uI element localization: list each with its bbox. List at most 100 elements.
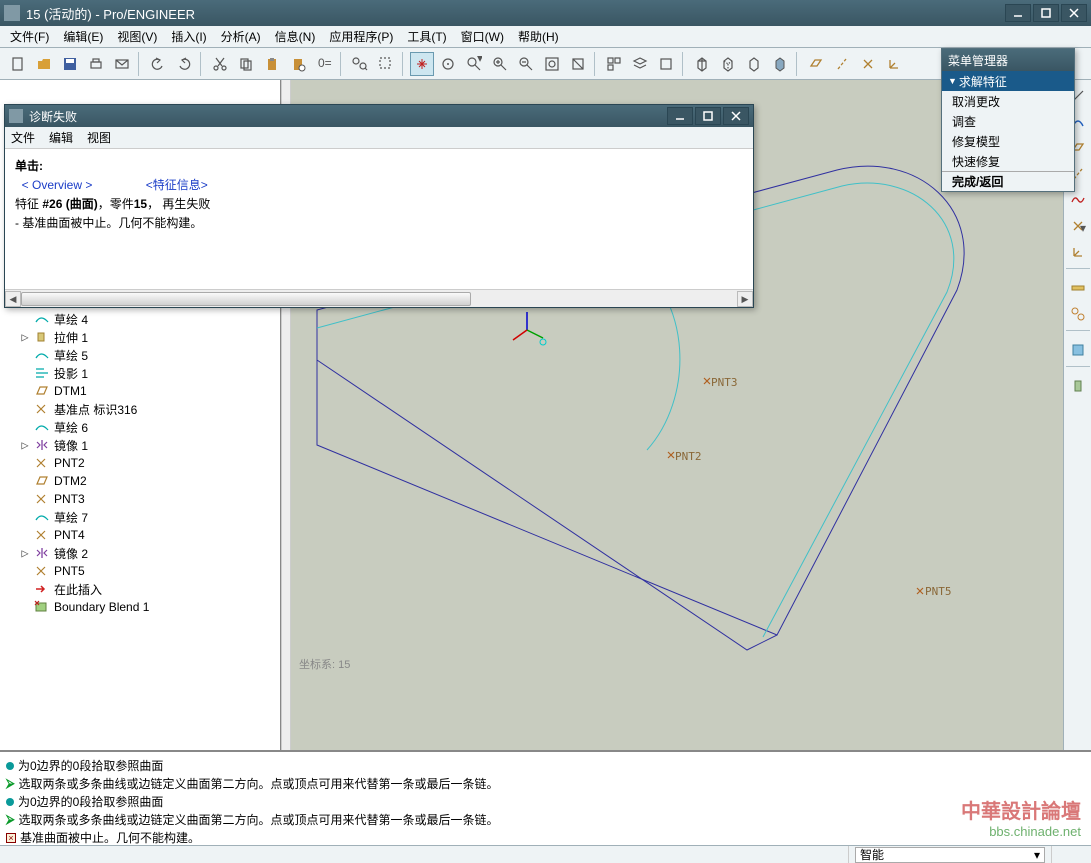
status-bar: 智能 ▾ <box>0 845 1091 863</box>
close-button[interactable] <box>1061 4 1087 22</box>
menu-analysis[interactable]: 分析(A) <box>215 26 267 47</box>
tree-item[interactable]: 在此插入 <box>0 580 280 598</box>
save-button[interactable] <box>58 52 82 76</box>
maximize-button[interactable] <box>1033 4 1059 22</box>
redo-button[interactable] <box>172 52 196 76</box>
open-button[interactable] <box>32 52 56 76</box>
scroll-right[interactable]: ▶ <box>737 291 753 307</box>
feat-tool-button[interactable] <box>1066 374 1090 398</box>
point-tool-button[interactable]: ▾ <box>1066 214 1090 238</box>
menu-info[interactable]: 信息(N) <box>269 26 322 47</box>
reorient-button[interactable] <box>566 52 590 76</box>
shaded-button[interactable] <box>768 52 792 76</box>
datum-point-disp-button[interactable] <box>856 52 880 76</box>
copy-button[interactable] <box>234 52 258 76</box>
expand-icon[interactable]: ▷ <box>20 330 30 344</box>
message-line: 为0边界的0段拾取参照曲面 <box>6 793 1085 810</box>
undo-button[interactable] <box>146 52 170 76</box>
dialog-menu-edit[interactable]: 编辑 <box>49 129 73 146</box>
tree-item[interactable]: ▷ 镜像 1 <box>0 436 280 454</box>
find-button[interactable] <box>348 52 372 76</box>
menu-view[interactable]: 视图(V) <box>111 26 163 47</box>
tree-item[interactable]: DTM2 <box>0 472 280 490</box>
scroll-left[interactable]: ◀ <box>5 291 21 307</box>
dialog-menu-file[interactable]: 文件 <box>11 129 35 146</box>
selection-filter[interactable]: 智能 ▾ <box>855 847 1045 863</box>
tree-item[interactable]: PNT4 <box>0 526 280 544</box>
menu-applications[interactable]: 应用程序(P) <box>323 26 399 47</box>
menu-insert[interactable]: 插入(I) <box>165 26 212 47</box>
tree-item[interactable]: DTM1 <box>0 382 280 400</box>
hidden-line-button[interactable] <box>716 52 740 76</box>
chain-tool-button[interactable] <box>1066 302 1090 326</box>
style-tool-button[interactable] <box>1066 338 1090 362</box>
tree-item[interactable]: PNT3 <box>0 490 280 508</box>
expand-icon[interactable]: ▷ <box>20 546 30 560</box>
menu-manager-option[interactable]: 快速修复 <box>942 151 1074 171</box>
tree-item[interactable]: ▷ 拉伸 1 <box>0 328 280 346</box>
expand-icon[interactable]: ▷ <box>20 438 30 452</box>
menu-manager-option[interactable]: 取消更改 <box>942 91 1074 111</box>
dialog-close-button[interactable] <box>723 107 749 125</box>
info-dot-icon <box>6 798 14 806</box>
tree-item[interactable]: 草绘 6 <box>0 418 280 436</box>
sketch-icon <box>34 348 50 362</box>
scroll-thumb[interactable] <box>21 292 471 306</box>
datum-plane-disp-button[interactable] <box>804 52 828 76</box>
menu-file[interactable]: 文件(F) <box>4 26 55 47</box>
dialog-title-bar[interactable]: 诊断失败 <box>5 105 753 127</box>
tree-item[interactable]: 草绘 4 <box>0 310 280 328</box>
zoom-out-button[interactable] <box>514 52 538 76</box>
new-button[interactable] <box>6 52 30 76</box>
viewlist-button[interactable]: ▾ <box>462 52 486 76</box>
tree-item[interactable]: 基准点 标识316 <box>0 400 280 418</box>
dialog-scrollbar[interactable]: ◀ ▶ <box>5 289 753 307</box>
tree-item[interactable]: 投影 1 <box>0 364 280 382</box>
measure-tool-button[interactable] <box>1066 276 1090 300</box>
tree-item[interactable]: PNT2 <box>0 454 280 472</box>
layers-button[interactable] <box>628 52 652 76</box>
menu-edit[interactable]: 编辑(E) <box>57 26 109 47</box>
csys-tool-button[interactable] <box>1066 240 1090 264</box>
overview-link[interactable]: < Overview > <box>22 178 93 192</box>
menu-window[interactable]: 窗口(W) <box>455 26 510 47</box>
paste-special-button[interactable] <box>286 52 310 76</box>
menu-manager-section[interactable]: 求解特征 <box>942 71 1074 91</box>
email-button[interactable] <box>110 52 134 76</box>
menu-help[interactable]: 帮助(H) <box>512 26 565 47</box>
zoom-in-button[interactable] <box>488 52 512 76</box>
menu-manager-finish[interactable]: 完成/返回 <box>942 171 1074 191</box>
spin-center-button[interactable] <box>410 52 434 76</box>
refit-button[interactable] <box>540 52 564 76</box>
feature-info-link[interactable]: <特征信息> <box>146 178 208 192</box>
cut-button[interactable] <box>208 52 232 76</box>
tree-item[interactable]: Boundary Blend 1 <box>0 598 280 616</box>
tree-item[interactable]: PNT5 <box>0 562 280 580</box>
regen-button[interactable]: 0= <box>312 52 336 76</box>
tree-item[interactable]: 草绘 5 <box>0 346 280 364</box>
dialog-minimize-button[interactable] <box>667 107 693 125</box>
minimize-button[interactable] <box>1005 4 1031 22</box>
dialog-menu-view[interactable]: 视图 <box>87 129 111 146</box>
menu-manager-option[interactable]: 调查 <box>942 111 1074 131</box>
tree-item[interactable]: 草绘 7 <box>0 508 280 526</box>
menu-tools[interactable]: 工具(T) <box>401 26 452 47</box>
tree-item-label: 草绘 7 <box>54 509 88 526</box>
dialog-maximize-button[interactable] <box>695 107 721 125</box>
no-hidden-button[interactable] <box>742 52 766 76</box>
tree-item-label: 基准点 标识316 <box>54 401 137 418</box>
print-button[interactable] <box>84 52 108 76</box>
paste-button[interactable] <box>260 52 284 76</box>
wireframe-button[interactable] <box>690 52 714 76</box>
sketch-icon <box>34 510 50 524</box>
csys-disp-button[interactable] <box>882 52 906 76</box>
orient-button[interactable] <box>436 52 460 76</box>
point-label-pnt3: PNT3 <box>711 376 738 389</box>
datum-axis-disp-button[interactable] <box>830 52 854 76</box>
menu-manager-option[interactable]: 修复模型 <box>942 131 1074 151</box>
view-mgr-button[interactable] <box>602 52 626 76</box>
tree-item[interactable]: ▷ 镜像 2 <box>0 544 280 562</box>
mirror-icon <box>34 546 50 560</box>
settings-button[interactable] <box>654 52 678 76</box>
select-button[interactable] <box>374 52 398 76</box>
